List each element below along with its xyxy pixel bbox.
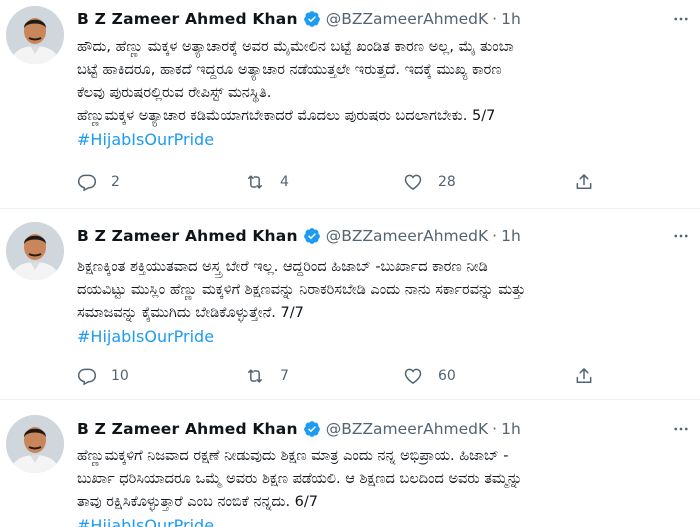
like-button[interactable]: 28 [402,172,456,192]
timestamp[interactable]: 1h [501,10,521,28]
hashtag-link[interactable]: #HijabIsOurPride [77,325,680,348]
tweet-text: ಹೌದು, ಹೆಣ್ಣು ಮಕ್ಕಳ ಅತ್ಯಾಚಾರಕ್ಕೆ ಅವರ ಮೈಮೇ… [77,36,680,151]
tweet-text-line: ಶಿಕ್ಷಣಕ್ಕಿಂತ ಶಕ್ತಿಯುತವಾದ ಅಸ್ತ್ರ ಬೇರೆ ಇಲ್… [77,259,488,275]
tweet-text-line: ದಯವಿಟ್ಟು ಮುಸ್ಲಿಂ ಹೆಣ್ಣು ಮಕ್ಕಳಿಗೆ ಶಿಕ್ಷಣವ… [77,282,526,298]
tweet-text-line: ಹೌದು, ಹೆಣ್ಣು ಮಕ್ಕಳ ಅತ್ಯಾಚಾರಕ್ಕೆ ಅವರ ಮೈಮೇ… [77,39,514,55]
like-count: 60 [438,368,456,384]
separator-dot: · [492,420,498,438]
avatar[interactable] [6,415,64,473]
like-count: 28 [438,174,456,190]
tweet-text-line: ಕೆಲವು ಪುರುಷರಲ್ಲಿರುವ ರೇಪಿಸ್ಟ್ ಮನಸ್ಥಿತಿ. [77,85,272,101]
reply-count: 10 [111,368,129,384]
tweet-text-line: ತಾವು ರಕ್ಷಿಸಿಕೊಳ್ಳುತ್ತಾರೆ ಎಂಬ ನಂಬಿಕೆ ನನ್ನ… [77,494,318,510]
tweet-text-line: ಸಮಾಜವನ್ನು ಕೈಮುಗಿದು ಬೇಡಿಕೊಳ್ಳುತ್ತೇನೆ. 7/7 [77,305,304,321]
reply-icon [77,366,97,386]
share-button[interactable] [574,172,594,192]
tweet[interactable]: B Z Zameer Ahmed Khan @BZZameerAhmedK · … [0,400,700,527]
avatar[interactable] [6,222,64,280]
tweet-text: ಹೆಣ್ಣುಮಕ್ಕಳಿಗೆ ನಿಜವಾದ ರಕ್ಷಣೆ ನೀಡುವುದು ಶಿ… [77,445,680,527]
tweet[interactable]: B Z Zameer Ahmed Khan @BZZameerAhmedK · … [0,209,700,400]
timestamp[interactable]: 1h [501,227,521,245]
reply-icon [77,172,97,192]
hashtag-link[interactable]: #HijabIsOurPride [77,128,680,151]
tweet-text-line: ಹೆಣ್ಣುಮಕ್ಕಳಿಗೆ ನಿಜವಾದ ರಕ್ಷಣೆ ನೀಡುವುದು ಶಿ… [77,448,509,464]
tweet-header: B Z Zameer Ahmed Khan @BZZameerAhmedK · … [77,225,680,247]
share-button[interactable] [574,366,594,386]
more-options-icon[interactable] [670,225,692,247]
retweet-icon [244,366,266,386]
reply-button[interactable]: 2 [77,172,120,192]
share-icon [574,172,594,192]
tweet-text-line: ಬುರ್ಖಾ ಧರಿಸಿಯಾದರೂ ಒಮ್ಮೆ ಅವರು ಶಿಕ್ಷಣ ಪಡೆಯ… [77,471,523,487]
share-icon [574,366,594,386]
like-button[interactable]: 60 [402,366,456,386]
tweet-text-line: ಹೆಣ್ಣುಮಕ್ಕಳ ಅತ್ಯಾಚಾರ ಕಡಿಮೆಯಾಗಬೇಕಾದರೆ ಮೊದ… [77,108,496,124]
more-options-icon[interactable] [670,8,692,30]
tweet-text-line: ಬಟ್ಟೆ ಹಾಕಿದರೂ, ಹಾಕದೆ ಇದ್ದರೂ ಅತ್ಯಾಚಾರ ನಡೆ… [77,62,502,78]
separator-dot: · [492,10,498,28]
author-handle[interactable]: @BZZameerAhmedK [326,10,488,28]
author-handle[interactable]: @BZZameerAhmedK [326,227,488,245]
tweet[interactable]: B Z Zameer Ahmed Khan @BZZameerAhmedK · … [0,0,700,209]
verified-badge-icon [303,227,321,245]
author-name[interactable]: B Z Zameer Ahmed Khan [77,10,298,28]
author-name[interactable]: B Z Zameer Ahmed Khan [77,420,298,438]
avatar[interactable] [6,6,64,64]
retweet-count: 4 [280,174,289,190]
author-handle[interactable]: @BZZameerAhmedK [326,420,488,438]
tweet-text: ಶಿಕ್ಷಣಕ್ಕಿಂತ ಶಕ್ತಿಯುತವಾದ ಅಸ್ತ್ರ ಬೇರೆ ಇಲ್… [77,256,680,348]
author-name[interactable]: B Z Zameer Ahmed Khan [77,227,298,245]
tweet-header: B Z Zameer Ahmed Khan @BZZameerAhmedK · … [77,418,680,440]
timestamp[interactable]: 1h [501,420,521,438]
like-icon [402,366,424,386]
tweet-header: B Z Zameer Ahmed Khan @BZZameerAhmedK · … [77,8,680,30]
verified-badge-icon [303,10,321,28]
like-icon [402,172,424,192]
reply-count: 2 [111,174,120,190]
more-options-icon[interactable] [670,418,692,440]
retweet-button[interactable]: 7 [244,366,289,386]
timeline: B Z Zameer Ahmed Khan @BZZameerAhmedK · … [0,0,700,527]
hashtag-link[interactable]: #HijabIsOurPride [77,514,680,527]
retweet-button[interactable]: 4 [244,172,289,192]
retweet-count: 7 [280,368,289,384]
verified-badge-icon [303,420,321,438]
separator-dot: · [492,227,498,245]
reply-button[interactable]: 10 [77,366,129,386]
retweet-icon [244,172,266,192]
